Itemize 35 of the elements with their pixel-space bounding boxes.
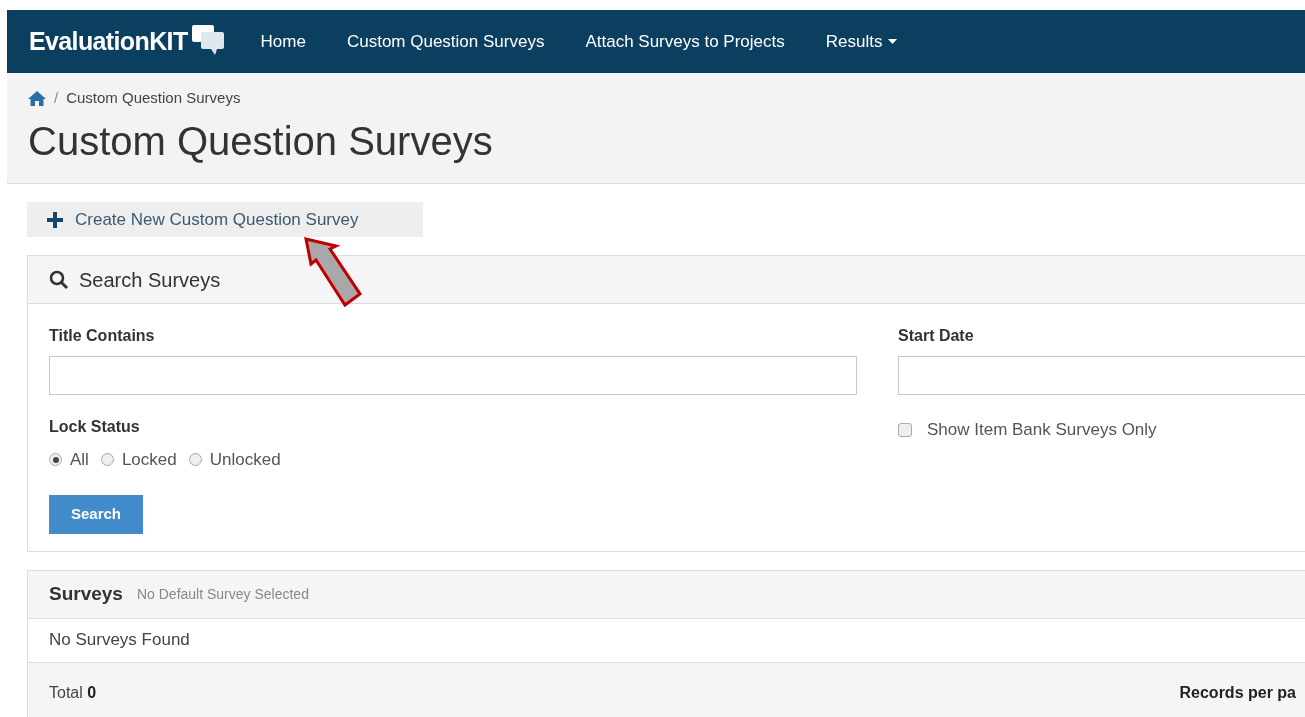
breadcrumb-item: Custom Question Surveys [66, 88, 241, 108]
annotation-arrow [303, 237, 363, 308]
create-survey-button[interactable]: Create New Custom Question Survey [27, 202, 423, 237]
radio-label: Unlocked [209, 449, 281, 471]
total-count: Total 0 [49, 682, 97, 703]
field-label: Lock Status [49, 417, 141, 437]
empty-message: No Surveys Found [49, 629, 190, 652]
chat-bubbles-icon [190, 23, 225, 56]
caret-icon [888, 39, 898, 44]
start-date-input-field[interactable] [898, 356, 1305, 395]
panel-title: Surveys [49, 581, 123, 606]
records-per-page-label: Records per pa [1179, 682, 1296, 703]
checkbox-label: Show Item Bank Surveys Only [927, 419, 1157, 441]
search-button[interactable]: Search [49, 494, 143, 534]
panel-subtitle: No Default Survey Selected [136, 584, 309, 604]
panel-title: Search Surveys [79, 267, 221, 293]
home-icon[interactable] [28, 90, 46, 106]
plus-icon [47, 211, 63, 228]
nav-link[interactable]: Custom Question Surveys [346, 28, 545, 55]
radio-button[interactable] [100, 453, 114, 467]
title-input-field[interactable] [49, 356, 857, 395]
search-icon [49, 269, 69, 290]
field-label: Start Date [898, 326, 975, 346]
nav-link[interactable]: Attach Surveys to Projects [585, 28, 785, 55]
brand-logo-text[interactable]: EvaluationKIT [29, 22, 188, 61]
page-title: Custom Question Surveys [28, 117, 494, 165]
radio-button[interactable] [49, 453, 62, 467]
radio-button[interactable] [188, 453, 202, 467]
nav-link[interactable]: Results [825, 28, 898, 55]
nav-link[interactable]: Home [260, 28, 306, 55]
field-label: Title Contains [49, 326, 156, 346]
radio-label: All [70, 449, 89, 471]
checkbox[interactable] [898, 422, 912, 437]
breadcrumb-separator: / [54, 88, 59, 108]
radio-label: Locked [121, 449, 177, 471]
